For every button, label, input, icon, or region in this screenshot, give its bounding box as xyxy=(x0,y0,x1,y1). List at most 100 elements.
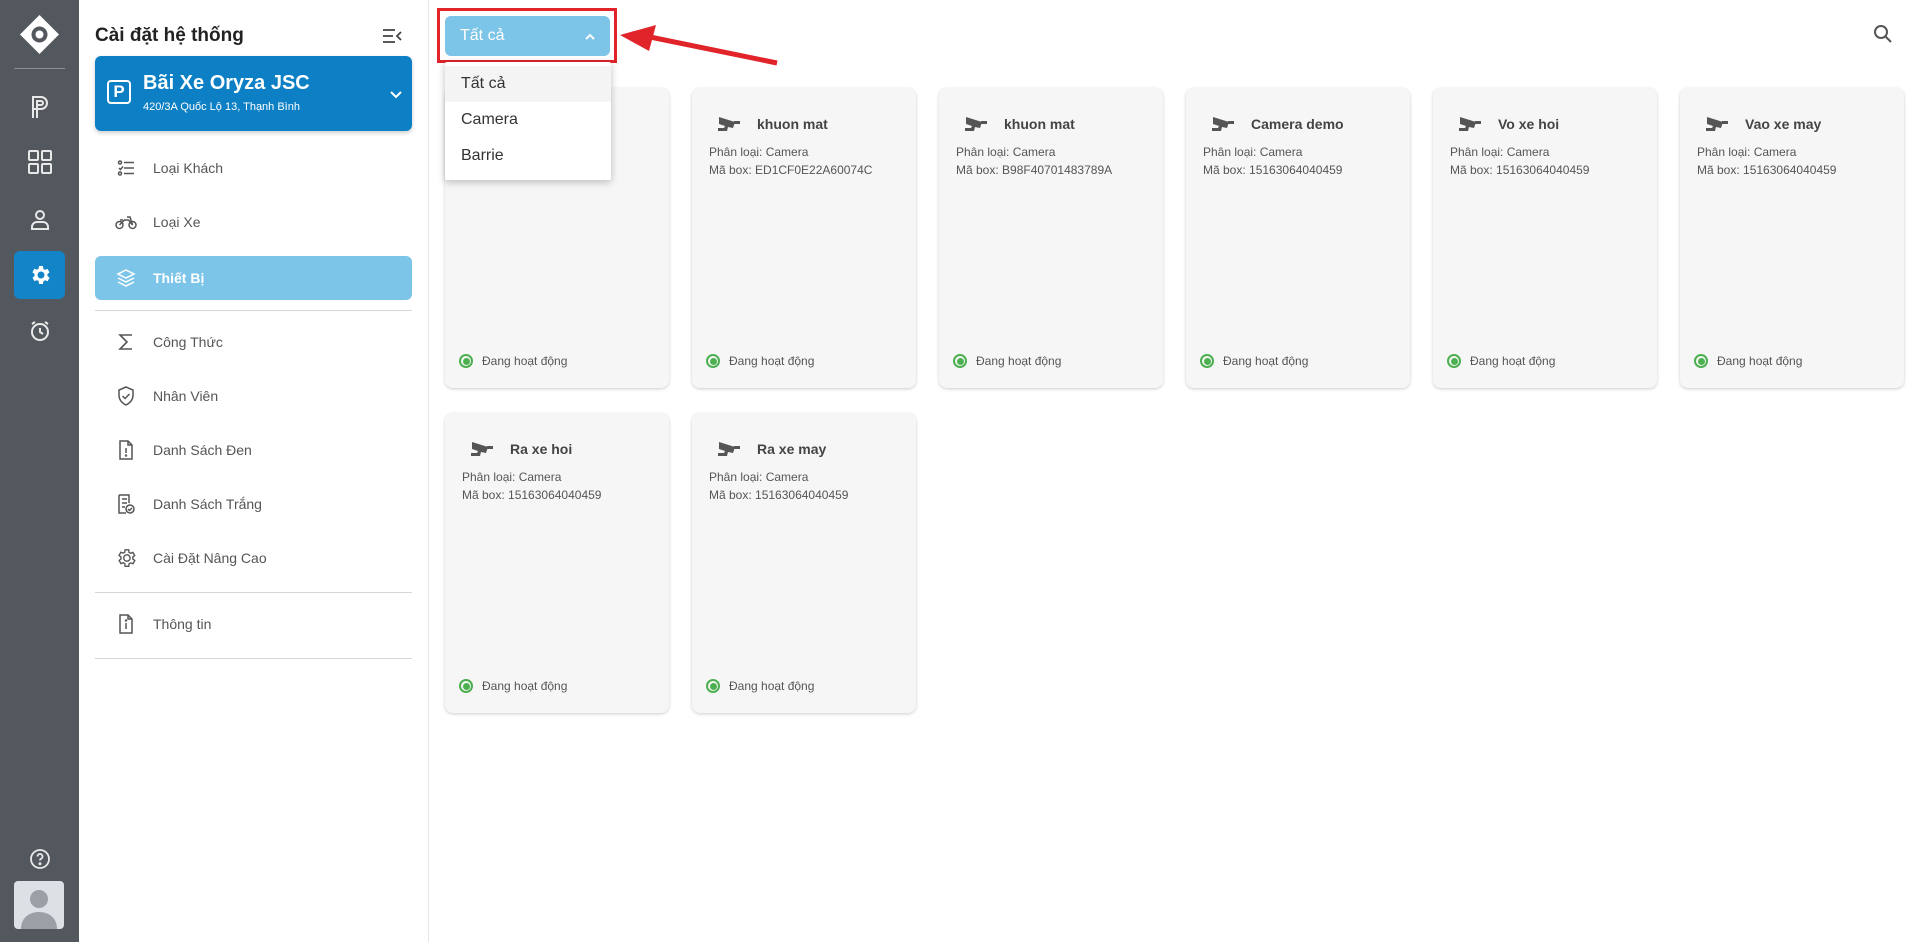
sidebar-item-label: Thông tin xyxy=(153,616,212,632)
device-card[interactable]: Vao xe may Phân loại: Camera Mã box: 15163… xyxy=(1680,88,1904,388)
dropdown-option[interactable]: Tất cả xyxy=(445,66,611,102)
parking-icon[interactable] xyxy=(14,83,65,131)
settings-sidebar: Cài đặt hệ thống P Bãi Xe Oryza JSC 420/… xyxy=(79,0,429,942)
status-dot-icon xyxy=(953,354,967,368)
app-rail xyxy=(0,0,79,942)
sidebar-item-loai-khach[interactable]: Loại Khách xyxy=(95,146,412,190)
device-type-select[interactable]: Tất cả xyxy=(445,16,610,56)
device-name: Camera demo xyxy=(1251,116,1344,132)
device-type: Phân loại: Camera xyxy=(1450,145,1550,159)
camera-icon xyxy=(1457,115,1483,138)
device-card[interactable]: Ra xe hoi Phân loại: Camera Mã box: 151630… xyxy=(445,413,669,713)
sidebar-item-cai-dat-nang-cao[interactable]: Cài Đặt Nâng Cao xyxy=(95,536,412,580)
status-dot-icon xyxy=(706,679,720,693)
device-box-id: Mã box: 15163064040459 xyxy=(1450,163,1590,177)
avatar[interactable] xyxy=(14,881,64,929)
camera-icon xyxy=(469,440,495,463)
camera-icon xyxy=(963,115,989,138)
history-timer-icon[interactable] xyxy=(14,307,65,355)
device-card[interactable]: Camera demo Phân loại: Camera Mã box: 1516… xyxy=(1186,88,1410,388)
annotation-arrow xyxy=(620,25,780,80)
device-card[interactable]: khuon mat Phân loại: Camera Mã box: B98F40… xyxy=(939,88,1163,388)
sidebar-item-danh-sach-trang[interactable]: Danh Sách Trắng xyxy=(95,482,412,526)
device-type-dropdown: Tất cả Camera Barrie xyxy=(445,62,611,180)
status-badge: Đang hoạt động xyxy=(1447,354,1555,368)
status-badge: Đang hoạt động xyxy=(953,354,1061,368)
gear-icon xyxy=(115,547,137,569)
sigma-icon xyxy=(115,331,137,353)
sidebar-item-label: Danh Sách Trắng xyxy=(153,496,262,512)
sidebar-item-label: Loại Khách xyxy=(153,160,224,176)
dropdown-option[interactable]: Barrie xyxy=(445,138,611,174)
layers-icon xyxy=(115,267,137,289)
device-card[interactable]: khuon mat Phân loại: Camera Mã box: ED1CF0… xyxy=(692,88,916,388)
sidebar-item-thiet-bi[interactable]: Thiết Bị xyxy=(95,256,412,300)
device-box-id: Mã box: 15163064040459 xyxy=(709,488,849,502)
status-dot-icon xyxy=(1200,354,1214,368)
device-type: Phân loại: Camera xyxy=(709,470,809,484)
sidebar-title: Cài đặt hệ thống xyxy=(95,25,244,46)
device-name: Ra xe may xyxy=(757,441,827,457)
settings-gear-icon[interactable] xyxy=(14,251,65,299)
status-dot-icon xyxy=(1694,354,1708,368)
camera-icon xyxy=(1704,115,1730,138)
device-name: khuon mat xyxy=(757,116,828,132)
status-badge: Đang hoạt động xyxy=(1200,354,1308,368)
shield-check-icon xyxy=(115,385,137,407)
search-icon[interactable] xyxy=(1873,24,1893,49)
app-logo-icon[interactable] xyxy=(19,14,60,55)
device-box-id: Mã box: 15163064040459 xyxy=(1203,163,1343,177)
dashboard-grid-icon[interactable] xyxy=(14,138,65,186)
sidebar-item-danh-sach-den[interactable]: Danh Sách Đen xyxy=(95,428,412,472)
device-type: Phân loại: Camera xyxy=(956,145,1056,159)
device-card[interactable]: Ra xe may Phân loại: Camera Mã box: 151630… xyxy=(692,413,916,713)
sidebar-item-cong-thuc[interactable]: Công Thức xyxy=(95,320,412,364)
chevron-up-icon xyxy=(584,30,596,48)
help-icon[interactable] xyxy=(14,835,65,883)
device-type: Phân loại: Camera xyxy=(1697,145,1797,159)
chevron-down-icon xyxy=(388,86,404,107)
sidebar-item-label: Cài Đặt Nâng Cao xyxy=(153,550,267,566)
rail-divider xyxy=(14,68,65,69)
status-badge: Đang hoạt động xyxy=(1694,354,1802,368)
status-badge: Đang hoạt động xyxy=(706,679,814,693)
device-box-id: Mã box: B98F40701483789A xyxy=(956,163,1113,177)
status-badge: Đang hoạt động xyxy=(706,354,814,368)
device-type: Phân loại: Camera xyxy=(709,145,809,159)
sidebar-item-label: Công Thức xyxy=(153,334,223,350)
device-name: khuon mat xyxy=(1004,116,1075,132)
device-name: Vao xe may xyxy=(1745,116,1822,132)
sidebar-item-label: Loại Xe xyxy=(153,214,201,230)
parking-lot-selector[interactable]: P Bãi Xe Oryza JSC 420/3A Quốc Lộ 13, Th… xyxy=(95,56,412,131)
file-alert-icon xyxy=(115,439,137,461)
device-box-id: Mã box: ED1CF0E22A60074C xyxy=(709,163,873,177)
user-icon[interactable] xyxy=(14,195,65,243)
status-dot-icon xyxy=(706,354,720,368)
sidebar-item-label: Thiết Bị xyxy=(153,270,205,286)
device-name: Vo xe hoi xyxy=(1498,116,1560,132)
motorbike-icon xyxy=(115,211,137,233)
camera-icon xyxy=(1210,115,1236,138)
device-card[interactable]: Vo xe hoi Phân loại: Camera Mã box: 151630… xyxy=(1433,88,1657,388)
select-value: Tất cả xyxy=(460,27,505,44)
status-dot-icon xyxy=(1447,354,1461,368)
parking-badge-icon: P xyxy=(107,80,131,104)
device-type: Phân loại: Camera xyxy=(462,470,562,484)
device-box-id: Mã box: 15163064040459 xyxy=(462,488,602,502)
file-check-icon xyxy=(115,493,137,515)
device-type: Phân loại: Camera xyxy=(1203,145,1303,159)
camera-icon xyxy=(716,115,742,138)
collapse-sidebar-icon[interactable] xyxy=(381,26,403,46)
camera-icon xyxy=(716,440,742,463)
status-badge: Đang hoạt động xyxy=(459,354,567,368)
sidebar-item-nhan-vien[interactable]: Nhân Viên xyxy=(95,374,412,418)
sidebar-item-thong-tin[interactable]: Thông tin xyxy=(95,602,412,646)
sidebar-divider xyxy=(95,592,412,593)
parking-lot-name: Bãi Xe Oryza JSC xyxy=(143,72,310,94)
parking-lot-address: 420/3A Quốc Lộ 13, Thạnh Bình xyxy=(143,101,300,113)
sidebar-item-loai-xe[interactable]: Loại Xe xyxy=(95,200,412,244)
device-name: Ra xe hoi xyxy=(510,441,573,457)
dropdown-option[interactable]: Camera xyxy=(445,102,611,138)
file-info-icon xyxy=(115,613,137,635)
sidebar-item-label: Danh Sách Đen xyxy=(153,442,252,458)
